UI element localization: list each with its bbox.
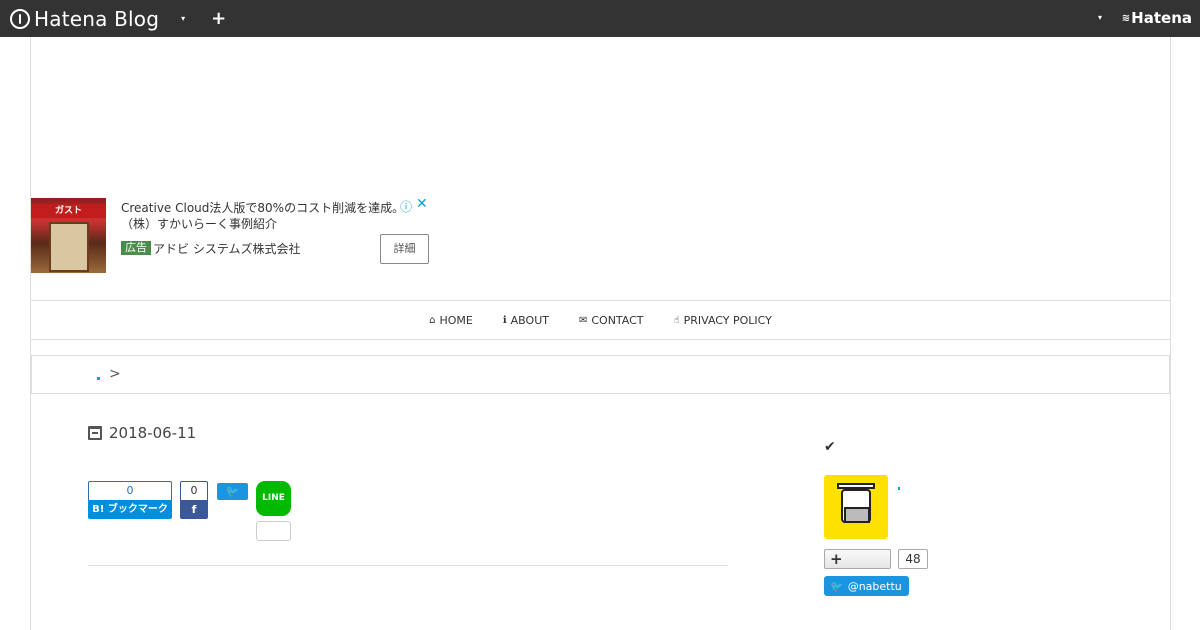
account-menu-chevron-icon[interactable]: ▾	[1098, 13, 1102, 22]
ad-detail-button[interactable]: 詳細	[380, 234, 429, 264]
nav-item-label: HOME	[439, 313, 473, 327]
plus-icon: +	[830, 550, 843, 568]
profile-name-link[interactable]	[898, 487, 900, 490]
facebook-share-count: 0	[180, 481, 208, 500]
hatena-logo[interactable]: ≋ Hatena	[1122, 9, 1192, 27]
ad-image[interactable]: ガスト	[31, 198, 106, 273]
advertisement[interactable]: ガスト Creative Cloud法人版で80%のコスト削減を達成。（株）すか…	[31, 196, 441, 274]
breadcrumb-link[interactable]	[97, 377, 100, 380]
hatena-bookmark-count: 0	[88, 481, 172, 500]
ad-title[interactable]: Creative Cloud法人版で80%のコスト削減を達成。（株）すかいらーく…	[121, 200, 406, 232]
line-share-button[interactable]: LINE	[256, 481, 291, 516]
ad-info-icon[interactable]: ⓘ	[400, 198, 412, 215]
pointing-hand-icon: ☝	[673, 314, 680, 326]
ad-label-badge: 広告	[121, 241, 151, 255]
ad-image-sign: ガスト	[31, 204, 106, 218]
breadcrumb-separator: >	[109, 366, 121, 382]
main-nav: ⌂ HOME ℹ ABOUT ✉ CONTACT ☝ PRIVACY POLIC…	[31, 300, 1170, 340]
follow-button[interactable]: +	[824, 549, 891, 569]
ad-image-door	[49, 222, 89, 272]
brand-text: Hatena Blog	[34, 6, 160, 31]
facebook-icon: f	[180, 500, 208, 519]
avatar-board	[844, 507, 870, 523]
hatena-logo-text: Hatena	[1131, 9, 1192, 27]
nav-item-contact[interactable]: ✉ CONTACT	[579, 314, 644, 327]
page-container: ガスト Creative Cloud法人版で80%のコスト削減を達成。（株）すか…	[30, 37, 1171, 630]
global-header: Hatena Blog ▾ + ▾ ≋ Hatena	[0, 0, 1200, 37]
check-icon: ✔	[824, 439, 836, 455]
home-icon: ⌂	[429, 314, 436, 326]
entry-date: 2018-06-11	[88, 424, 196, 442]
nav-item-home[interactable]: ⌂ HOME	[429, 314, 473, 327]
twitter-bird-icon: 🐦	[225, 485, 240, 498]
add-entry-button[interactable]: +	[211, 8, 226, 29]
twitter-handle: @nabettu	[847, 579, 902, 593]
hatena-blog-brand[interactable]: Hatena Blog	[10, 7, 159, 31]
entry-date-text[interactable]: 2018-06-11	[109, 424, 196, 442]
hatena-bookmark-label: B! ブックマーク	[88, 500, 172, 519]
line-share-count	[256, 521, 291, 541]
ad-close-icon[interactable]: ✕	[416, 196, 428, 212]
hatena-wave-icon: ≋	[1121, 12, 1131, 24]
twitter-share-button[interactable]: 🐦	[217, 483, 248, 500]
avatar[interactable]	[824, 475, 888, 539]
breadcrumb: >	[31, 355, 1170, 394]
nav-item-label: PRIVACY POLICY	[683, 313, 772, 327]
info-icon: ℹ	[502, 314, 507, 326]
calendar-icon	[88, 426, 102, 440]
nav-item-label: CONTACT	[591, 313, 644, 327]
nav-item-label: ABOUT	[510, 313, 549, 327]
ad-sponsor: アドビ システムズ株式会社	[153, 242, 301, 256]
hatena-blog-logo-icon	[10, 8, 30, 29]
envelope-icon: ✉	[578, 314, 588, 326]
line-icon: LINE	[262, 493, 285, 503]
nav-item-about[interactable]: ℹ ABOUT	[503, 314, 549, 327]
follower-count: 48	[898, 549, 928, 569]
chevron-down-icon[interactable]: ▾	[181, 14, 185, 23]
twitter-follow-button[interactable]: 🐦 @nabettu	[824, 576, 909, 596]
nav-item-privacy-policy[interactable]: ☝ PRIVACY POLICY	[674, 314, 772, 327]
hatena-bookmark-button[interactable]: 0 B! ブックマーク	[88, 481, 172, 519]
twitter-bird-icon: 🐦	[830, 579, 844, 593]
entry-divider	[88, 565, 728, 566]
facebook-share-button[interactable]: 0 f	[180, 481, 208, 519]
